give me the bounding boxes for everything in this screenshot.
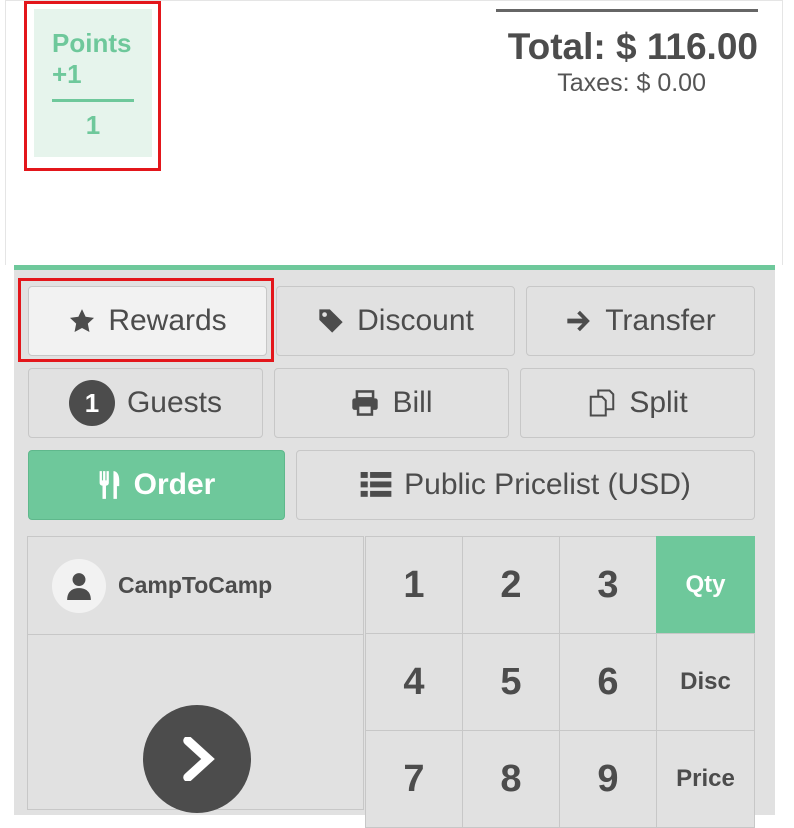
order-label: Order [133,468,216,501]
pricelist-label: Public Pricelist (USD) [404,468,691,501]
avatar [52,558,106,613]
discount-label: Discount [357,304,474,337]
bill-button[interactable]: Bill [274,368,509,438]
customer-name: CampToCamp [118,572,273,598]
user-icon [66,572,92,600]
guests-label: Guests [126,386,223,419]
discount-button[interactable]: Discount [276,286,515,356]
cutlery-icon [98,470,122,500]
order-button[interactable]: Order [28,450,285,520]
copy-icon [587,388,617,418]
disc-mode-button[interactable]: Disc [656,633,755,731]
transfer-button[interactable]: Transfer [526,286,755,356]
numpad-key-2[interactable]: 2 [462,536,560,634]
arrow-right-icon [565,307,593,335]
price-mode-button[interactable]: Price [656,730,755,828]
transfer-label: Transfer [605,304,716,337]
order-taxes: Taxes: $ 0.00 [557,69,706,97]
order-total: Total: $ 116.00 [507,26,758,67]
pricelist-button[interactable]: Public Pricelist (USD) [296,450,755,520]
total-rule [496,9,758,12]
numpad-key-4[interactable]: 4 [365,633,463,731]
chevron-right-icon [177,737,217,781]
customer-button[interactable]: CampToCamp [27,536,364,634]
numpad-key-9[interactable]: 9 [559,730,657,828]
numpad-key-7[interactable]: 7 [365,730,463,828]
points-highlight-box [24,1,161,171]
qty-mode-button[interactable]: Qty [656,536,755,634]
bill-label: Bill [392,386,433,419]
window-left-border [5,0,6,265]
payment-button[interactable] [27,634,364,813]
split-button[interactable]: Split [520,368,755,438]
numpad-key-8[interactable]: 8 [462,730,560,828]
payment-circle [143,705,251,813]
print-icon [350,389,380,417]
numpad-key-3[interactable]: 3 [559,536,657,634]
list-icon [360,472,392,498]
numpad-key-1[interactable]: 1 [365,536,463,634]
numpad-key-5[interactable]: 5 [462,633,560,731]
split-label: Split [629,386,688,419]
numpad-key-6[interactable]: 6 [559,633,657,731]
guests-button[interactable]: 1 Guests [28,368,263,438]
guests-count-badge: 1 [68,380,115,426]
tag-icon [317,307,345,335]
window-right-border [782,0,783,265]
rewards-highlight-box [18,278,274,362]
